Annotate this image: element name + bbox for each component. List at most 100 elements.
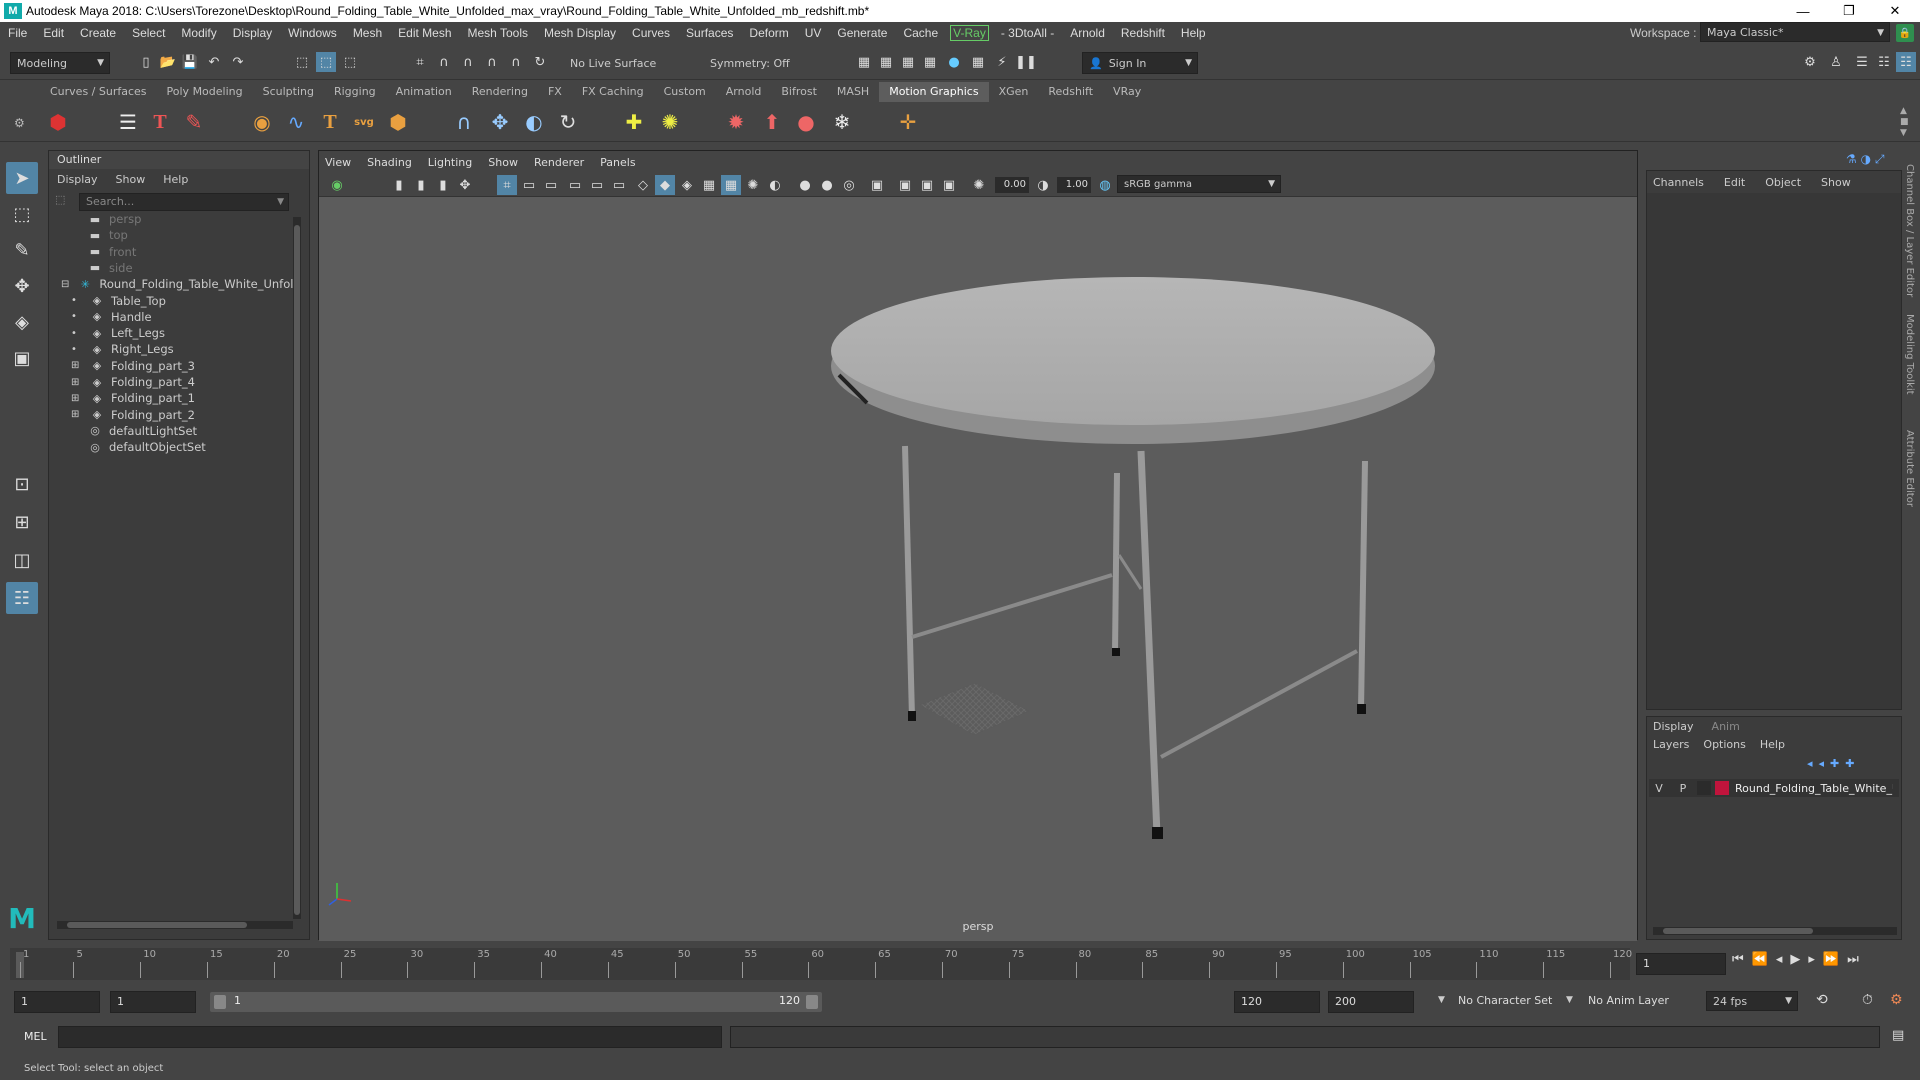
attribute-editor-icon[interactable]: ☰	[1852, 52, 1872, 72]
layer-menu-help[interactable]: Help	[1760, 738, 1785, 751]
minimize-button[interactable]: —	[1780, 0, 1826, 22]
shelf-tab-motion-graphics[interactable]: Motion Graphics	[879, 82, 989, 102]
expand-icon[interactable]: ⊞	[71, 360, 81, 371]
layer-row[interactable]: V P Round_Folding_Table_White_Unfolded	[1649, 779, 1899, 797]
menu-edit-mesh[interactable]: Edit Mesh	[390, 26, 459, 40]
layer-color-swatch[interactable]	[1715, 781, 1729, 795]
side-tab-channel-box[interactable]: Channel Box / Layer Editor	[1904, 164, 1915, 297]
lock-icon[interactable]: 🔒	[1896, 24, 1914, 42]
box-tool-icon[interactable]: ⬢	[384, 108, 412, 136]
field-chart-icon[interactable]: ▭	[587, 175, 607, 195]
expand-icon[interactable]: ⊞	[71, 393, 81, 404]
open-scene-icon[interactable]: 📂	[158, 52, 178, 72]
expand-icon[interactable]: ⊞	[71, 409, 81, 420]
twist-icon[interactable]: ↻	[554, 108, 582, 136]
new-scene-icon[interactable]: ▯	[136, 52, 156, 72]
shelf-tab-vray[interactable]: VRay	[1103, 82, 1151, 102]
anim-layer-arrow-icon[interactable]: ▼	[1566, 995, 1573, 1005]
select-camera-icon[interactable]: ◉	[327, 175, 347, 195]
outliner-vscrollbar[interactable]	[293, 217, 301, 919]
shelf-tab-redshift[interactable]: Redshift	[1038, 82, 1103, 102]
shade-wire-icon[interactable]: ◈	[677, 175, 697, 195]
script-editor-icon[interactable]: ▤	[1892, 1028, 1904, 1043]
tree-dot-icon[interactable]: •	[71, 344, 81, 355]
menu-edit[interactable]: Edit	[35, 26, 72, 40]
range-end-handle[interactable]	[806, 995, 818, 1009]
character-set-label[interactable]: No Character Set	[1458, 994, 1552, 1007]
time-slider[interactable]: 1 5 10 15 20 25 30 35 40 45 50 55 60 65 70 75 80 85 90 95 10…	[0, 946, 1920, 982]
snap-grid-icon[interactable]: ⌗	[410, 52, 430, 72]
2d-pan-zoom-icon[interactable]: ✥	[455, 175, 475, 195]
tool-settings-icon[interactable]: ☷	[1874, 52, 1894, 72]
current-frame-field[interactable]: 1	[1636, 953, 1726, 975]
mel-label[interactable]: MEL	[24, 1030, 47, 1043]
live-surface-field[interactable]: No Live Surface	[564, 52, 670, 74]
exposure-icon[interactable]: ✺	[969, 175, 989, 195]
menu-arnold[interactable]: Arnold	[1062, 26, 1113, 40]
layer-type[interactable]	[1697, 781, 1711, 795]
auto-key-icon[interactable]: ⏱	[1862, 992, 1873, 1008]
vray-render-icon[interactable]: ⚡	[992, 52, 1012, 72]
textures-icon[interactable]: ▦	[699, 175, 719, 195]
pause-icon[interactable]: ❚❚	[1015, 52, 1037, 72]
grid-icon[interactable]: ⌗	[497, 175, 517, 195]
depth-of-field-icon[interactable]: ◎	[839, 175, 859, 195]
move-tool-icon[interactable]: ✥	[6, 270, 38, 302]
single-view-icon[interactable]: ⊡	[6, 468, 38, 500]
channel-menu-edit[interactable]: Edit	[1724, 176, 1745, 189]
tree-dot-icon[interactable]: •	[71, 328, 81, 339]
wireframe-icon[interactable]: ◇	[633, 175, 653, 195]
modeling-toolkit-icon[interactable]: ⚙	[1800, 52, 1820, 72]
render-sequence-icon[interactable]: ▦	[876, 52, 896, 72]
shelf-tab-rendering[interactable]: Rendering	[462, 82, 538, 102]
xray-components-icon[interactable]: ▣	[939, 175, 959, 195]
menu-generate[interactable]: Generate	[829, 26, 895, 40]
shelf-tab-rigging[interactable]: Rigging	[324, 82, 386, 102]
shelf-tab-fx-caching[interactable]: FX Caching	[572, 82, 654, 102]
render-frame-icon[interactable]: ▦	[854, 52, 874, 72]
lights-icon[interactable]: ▦	[721, 175, 741, 195]
character-controls-icon[interactable]: ♙	[1826, 52, 1846, 72]
fps-dropdown[interactable]: 24 fps ▼	[1706, 991, 1798, 1011]
menu-windows[interactable]: Windows	[280, 26, 345, 40]
menu-surfaces[interactable]: Surfaces	[678, 26, 741, 40]
menu-file[interactable]: File	[0, 26, 35, 40]
expand-icon[interactable]: ⊞	[71, 377, 81, 388]
deformer-icon[interactable]: ✥	[486, 108, 514, 136]
svg-tool-icon[interactable]: svg	[350, 108, 378, 136]
menu-vray[interactable]: V-Ray	[950, 25, 989, 41]
menu-redshift[interactable]: Redshift	[1113, 26, 1173, 40]
paint-fx-icon[interactable]: ✎	[180, 108, 208, 136]
menu-modify[interactable]: Modify	[173, 26, 224, 40]
layer-menu-options[interactable]: Options	[1703, 738, 1745, 751]
channel-menu-object[interactable]: Object	[1765, 176, 1801, 189]
lattice-icon[interactable]: ◐	[520, 108, 548, 136]
symmetry-field[interactable]: Symmetry: Off	[704, 52, 800, 74]
channel-box-icon[interactable]: ☷	[1896, 52, 1916, 72]
tree-dot-icon[interactable]: •	[71, 311, 81, 322]
preferences-icon[interactable]: ⚙	[1890, 992, 1903, 1008]
channel-box-options-icon[interactable]: ⚗ ◑ ⤢	[1846, 152, 1884, 167]
motion-blur-icon[interactable]: ●	[795, 175, 815, 195]
channel-menu-show[interactable]: Show	[1821, 176, 1851, 189]
workspace-dropdown[interactable]: Maya Classic* ▼	[1700, 22, 1890, 42]
shelf-tab-curves-surfaces[interactable]: Curves / Surfaces	[40, 82, 157, 102]
menu-uv[interactable]: UV	[797, 26, 830, 40]
sphere-icon[interactable]: ◉	[248, 108, 276, 136]
menu-create[interactable]: Create	[72, 26, 124, 40]
undo-icon[interactable]: ↶	[204, 52, 224, 72]
character-set-arrow-icon[interactable]: ▼	[1438, 995, 1445, 1005]
viewport-menu-renderer[interactable]: Renderer	[534, 156, 584, 169]
gamma-icon[interactable]: ◑	[1033, 175, 1053, 195]
close-button[interactable]: ✕	[1872, 0, 1918, 22]
range-start-handle[interactable]	[214, 995, 226, 1009]
menu-select[interactable]: Select	[124, 26, 173, 40]
field-icon[interactable]: ●	[792, 108, 820, 136]
menu-display[interactable]: Display	[225, 26, 280, 40]
end-frame-field[interactable]: 200	[1328, 991, 1414, 1013]
viewport-menu-view[interactable]: View	[325, 156, 351, 169]
layer-buttons-icon[interactable]: ◂◂✚✚	[1807, 757, 1860, 770]
loop-icon[interactable]: ⟲	[1816, 992, 1828, 1008]
camera-attributes-icon[interactable]: ▮	[389, 175, 409, 195]
film-gate-icon[interactable]: ▭	[519, 175, 539, 195]
